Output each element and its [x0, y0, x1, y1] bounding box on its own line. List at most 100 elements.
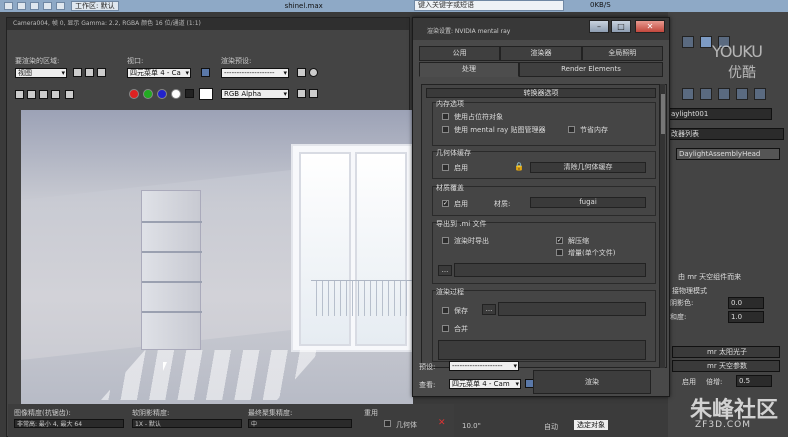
export-browse-button[interactable]: ...: [438, 265, 452, 276]
tab-processing[interactable]: 处理: [419, 62, 519, 77]
dialog-footer: 预设: -------------------- 查看: 四元菜单 4 - Ca…: [413, 361, 671, 398]
auto-key-button[interactable]: 自动: [544, 422, 558, 432]
shadow-color-field[interactable]: 0.0: [728, 297, 764, 309]
area-edit-icon[interactable]: [85, 68, 94, 77]
spacewarps-icon[interactable]: [736, 88, 748, 100]
render-viewport[interactable]: [21, 110, 413, 422]
workspace-selector[interactable]: 工作区: 默认: [71, 1, 119, 11]
save-pass-checkbox[interactable]: [442, 307, 449, 314]
use-map-manager-checkbox[interactable]: [442, 126, 449, 133]
multiplier-field[interactable]: 0.5: [736, 375, 772, 387]
image-precision-field[interactable]: [14, 419, 124, 428]
area-select[interactable]: 视图: [15, 68, 67, 78]
green-channel-icon[interactable]: [143, 89, 153, 99]
tab-render-elements[interactable]: Render Elements: [519, 62, 663, 77]
object-name-field[interactable]: aylight001: [668, 108, 772, 120]
redo-icon[interactable]: [56, 2, 65, 10]
saturation-field[interactable]: 1.0: [728, 311, 764, 323]
print-image-icon[interactable]: [51, 90, 60, 99]
cameras-icon[interactable]: [700, 88, 712, 100]
area-auto-icon[interactable]: [97, 68, 106, 77]
environment-icon[interactable]: [309, 68, 318, 77]
close-button[interactable]: ✕: [635, 20, 665, 33]
close-x-icon[interactable]: ✕: [438, 418, 446, 428]
export-path-field[interactable]: [454, 263, 646, 277]
dialog-scrollbar[interactable]: [659, 84, 665, 368]
render-window-title: Camera004, 帧 0, 显示 Gamma: 2.2, RGBA 颜色 1…: [7, 18, 409, 30]
mr-sky-params-rollout[interactable]: mr 天空参数: [672, 360, 780, 372]
lock-viewport-icon[interactable]: [201, 68, 210, 77]
maximize-button[interactable]: □: [611, 20, 631, 33]
swatch[interactable]: [199, 88, 213, 100]
file-name: shinel.max: [284, 2, 323, 10]
systems-icon[interactable]: [754, 88, 766, 100]
render-preset-select[interactable]: --------------------: [221, 68, 289, 78]
save-pass-path-field[interactable]: [498, 302, 646, 316]
preset-select[interactable]: --------------------: [449, 361, 519, 371]
minimize-button[interactable]: –: [589, 20, 609, 33]
translator-options-rollout[interactable]: 转换器选项: [426, 88, 656, 98]
area-lock-icon[interactable]: [73, 68, 82, 77]
image-precision-label: 图像精度(抗锯齿):: [14, 409, 71, 417]
lights-icon[interactable]: [682, 88, 694, 100]
zoom-value: 10.0": [462, 422, 481, 430]
conserve-memory-checkbox[interactable]: [568, 126, 575, 133]
soft-shadow-field[interactable]: [132, 419, 242, 428]
channel-select[interactable]: RGB Alpha: [221, 89, 289, 99]
merge-label: 合并: [454, 325, 468, 333]
clone-frame-icon[interactable]: [39, 90, 48, 99]
copy-image-icon[interactable]: [27, 90, 36, 99]
blue-channel-icon[interactable]: [157, 89, 167, 99]
toggle-ui-icon[interactable]: [297, 89, 306, 98]
save-image-icon[interactable]: [15, 90, 24, 99]
view-select[interactable]: 四元菜单 4 - Cam: [449, 379, 521, 389]
viewport-select[interactable]: 四元菜单 4 - Ca: [127, 68, 191, 78]
use-placeholder-checkbox[interactable]: [442, 113, 449, 120]
tabs-row-2: 处理 Render Elements: [419, 62, 663, 77]
open-file-icon[interactable]: [17, 2, 26, 10]
material-override-enable-checkbox[interactable]: ✓: [442, 200, 449, 207]
tab-common[interactable]: 公用: [419, 46, 501, 61]
geometry-checkbox[interactable]: [384, 420, 391, 427]
mr-sun-photons-rollout[interactable]: mr 太阳光子: [672, 346, 780, 358]
compressed-checkbox[interactable]: ✓: [556, 237, 563, 244]
tab-renderer[interactable]: 渲染器: [500, 46, 582, 61]
create-tab-icon[interactable]: [682, 36, 694, 48]
final-gather-field[interactable]: [248, 419, 352, 428]
geometry-label: 几何体: [396, 421, 417, 429]
render-button[interactable]: 渲染: [533, 370, 651, 394]
selected-dropdown[interactable]: 选定对象: [574, 420, 608, 430]
geometry-cache-label: 几何体缓存: [436, 149, 471, 157]
undo-icon[interactable]: [43, 2, 52, 10]
save-pass-label: 保存: [454, 307, 468, 315]
tab-global-illumination[interactable]: 全局照明: [581, 46, 663, 61]
save-file-icon[interactable]: [30, 2, 39, 10]
save-pass-browse-button[interactable]: ...: [482, 304, 496, 315]
search-input[interactable]: 键入关键字或短语: [414, 0, 564, 11]
clear-geometry-cache-button[interactable]: 清除几何体缓存: [530, 162, 646, 173]
merge-list-field[interactable]: [438, 340, 646, 360]
clear-icon[interactable]: [65, 90, 74, 99]
increment-checkbox[interactable]: [556, 249, 563, 256]
new-file-icon[interactable]: [4, 2, 13, 10]
display-options-icon[interactable]: [309, 89, 318, 98]
alpha-channel-icon[interactable]: [171, 89, 181, 99]
export-on-render-checkbox[interactable]: [442, 237, 449, 244]
multiplier-label: 倍增:: [706, 378, 723, 386]
use-map-manager-label: 使用 mental ray 贴图管理器: [454, 126, 546, 134]
material-button[interactable]: fugai: [530, 197, 646, 208]
helpers-icon[interactable]: [718, 88, 730, 100]
export-on-render-label: 渲染时导出: [454, 237, 489, 245]
lock-icon[interactable]: 🔒: [514, 162, 524, 171]
mono-icon[interactable]: [185, 89, 194, 98]
modifier-stack-item[interactable]: DaylightAssemblyHead: [676, 148, 780, 160]
render-setup-icon[interactable]: [297, 68, 306, 77]
memory-options-group: [432, 102, 656, 146]
merge-checkbox[interactable]: [442, 325, 449, 332]
red-channel-icon[interactable]: [129, 89, 139, 99]
geometry-cache-enable-checkbox[interactable]: [442, 164, 449, 171]
modifier-list-dropdown[interactable]: 改器列表: [668, 128, 784, 140]
compressed-label: 解压缩: [568, 237, 589, 245]
modify-tab-icon[interactable]: [700, 36, 712, 48]
physical-label: 接物理模式: [672, 287, 707, 295]
